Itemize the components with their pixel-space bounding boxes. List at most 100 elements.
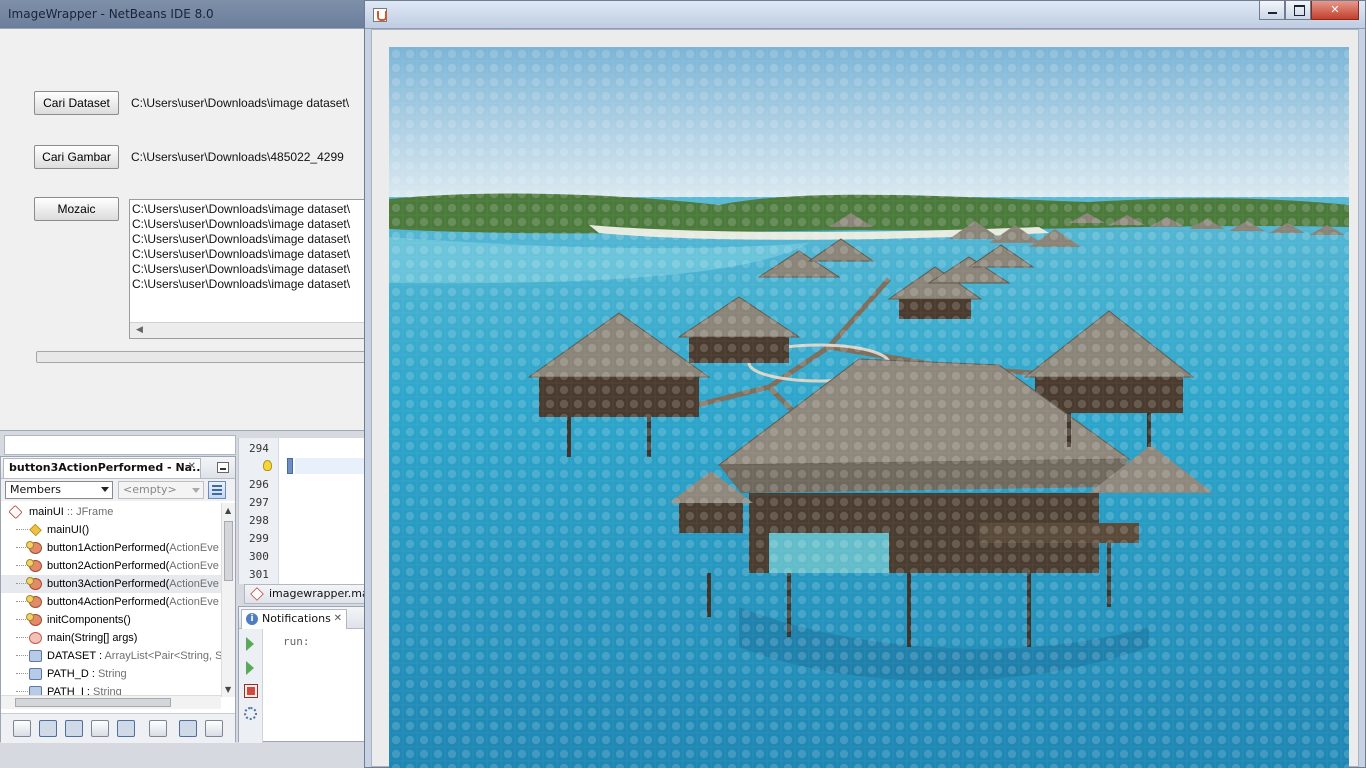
close-icon[interactable]: ✕ (188, 461, 196, 472)
method-icon (26, 595, 42, 608)
chevron-down-icon (101, 487, 109, 492)
line-number: 299 (249, 532, 269, 545)
mosaic-image (389, 47, 1349, 768)
tree-item-selected[interactable]: button3ActionPerformed(ActionEve (1, 575, 221, 593)
image-path-label: C:\Users\user\Downloads\485022_4299 (131, 150, 344, 164)
line-number: 298 (249, 514, 269, 527)
filter-options-icon[interactable] (208, 481, 226, 499)
rerun-with-args-icon[interactable] (246, 661, 254, 675)
scroll-down-icon[interactable]: ▼ (225, 685, 231, 694)
minimize-button[interactable] (1259, 1, 1285, 20)
navigator-panel: button3ActionPerformed - Na... ✕ Members… (0, 456, 236, 743)
close-button[interactable]: ✕ (1311, 1, 1359, 20)
show-private-icon[interactable] (91, 720, 109, 737)
scroll-thumb[interactable] (224, 521, 233, 581)
rerun-icon[interactable] (246, 637, 254, 651)
field-icon (29, 686, 42, 695)
field-icon (29, 668, 42, 680)
output-line: C:\Users\user\Downloads\image dataset\ (132, 202, 351, 216)
scroll-thumb[interactable] (15, 698, 171, 707)
notifications-tab-label: Notifications (262, 612, 331, 625)
info-icon: i (246, 613, 258, 625)
current-line-highlight (295, 458, 367, 474)
output-line: C:\Users\user\Downloads\image dataset\ (132, 262, 351, 276)
navigator-vertical-scrollbar[interactable]: ▲ ▼ (221, 503, 235, 697)
navigator-filter-row: Members <empty> (1, 479, 235, 501)
constructor-icon (29, 523, 42, 537)
output-line: C:\Users\user\Downloads\image dataset\ (132, 232, 351, 246)
code-editor[interactable]: 294 296 297 298 299 300 301 (238, 438, 367, 584)
output-line: C:\Users\user\Downloads\image dataset\ (132, 247, 351, 261)
scroll-up-icon[interactable]: ▲ (225, 506, 231, 515)
tree-item[interactable]: DATASET : ArrayList<Pair<String, S (1, 647, 221, 665)
method-icon (26, 541, 42, 554)
tree-item[interactable]: mainUI() (1, 521, 221, 539)
dataset-path-label: C:\Users\user\Downloads\image dataset\ (131, 96, 350, 110)
close-icon[interactable]: ✕ (334, 613, 342, 624)
minimize-icon[interactable] (217, 462, 229, 473)
sort-by-name-icon[interactable] (179, 720, 197, 737)
search-dataset-button[interactable]: Cari Dataset (34, 91, 119, 115)
scroll-left-icon[interactable]: ◀ (136, 325, 143, 335)
stop-icon[interactable] (244, 684, 258, 698)
mosaic-content-pane (371, 29, 1359, 768)
class-icon (8, 504, 23, 520)
output-line: C:\Users\user\Downloads\image dataset\ (132, 217, 351, 231)
tree-item[interactable]: PATH_D : String (1, 665, 221, 683)
ide-search-field[interactable] (4, 435, 236, 455)
show-fields-icon[interactable] (39, 720, 57, 737)
tree-item[interactable]: button4ActionPerformed(ActionEve (1, 593, 221, 611)
output-horizontal-scrollbar[interactable]: ◀ (130, 322, 368, 338)
progress-bar (36, 351, 368, 363)
line-number: 300 (249, 550, 269, 563)
line-number-gutter: 294 296 297 298 299 300 301 (239, 438, 279, 584)
tree-item[interactable]: button2ActionPerformed(ActionEve (1, 557, 221, 575)
mosaic-button[interactable]: Mozaic (34, 197, 119, 221)
chevron-down-icon (192, 488, 200, 493)
tree-item-class[interactable]: mainUI :: JFrame (1, 503, 221, 521)
secondary-filter-dropdown[interactable]: <empty> (118, 481, 204, 499)
fold-marker-icon[interactable] (287, 458, 293, 474)
app-titlebar: ImageWrapper - NetBeans IDE 8.0 (0, 0, 366, 28)
java-icon (373, 8, 387, 22)
line-number: 294 (249, 442, 269, 455)
navigator-horizontal-scrollbar[interactable] (1, 695, 221, 709)
search-image-button[interactable]: Cari Gambar (34, 145, 119, 169)
inheritance-icon[interactable] (13, 720, 31, 737)
navigator-tab-label: button3ActionPerformed - Na... (9, 461, 201, 474)
output-text-area[interactable]: C:\Users\user\Downloads\image dataset\ C… (129, 199, 369, 339)
line-number: 301 (249, 568, 269, 581)
mosaic-window: ✕ (364, 0, 1366, 768)
tree-item[interactable]: PATH_I : String (1, 683, 221, 695)
mosaic-titlebar: ✕ (365, 1, 1365, 29)
show-inner-classes-icon[interactable] (117, 720, 135, 737)
settings-icon[interactable] (244, 707, 257, 720)
java-class-icon (250, 587, 264, 601)
maximize-button[interactable] (1285, 1, 1311, 20)
notifications-header: i Notifications ✕ (239, 607, 365, 629)
secondary-filter-value: <empty> (123, 483, 177, 496)
sort-by-source-icon[interactable] (205, 720, 223, 737)
method-icon (26, 613, 42, 626)
editor-file-tab-label: imagewrapper.main (269, 587, 365, 600)
app-content-panel: Cari Dataset C:\Users\user\Downloads\ima… (0, 28, 369, 430)
notifications-tab[interactable]: i Notifications ✕ (241, 609, 347, 629)
method-icon (26, 577, 42, 590)
members-dropdown[interactable]: Members (5, 481, 113, 499)
field-icon (29, 650, 42, 662)
tree-item[interactable]: button1ActionPerformed(ActionEve (1, 539, 221, 557)
member-tree[interactable]: mainUI :: JFrame mainUI() button1ActionP… (1, 503, 221, 695)
tree-item[interactable]: initComponents() (1, 611, 221, 629)
output-line: C:\Users\user\Downloads\image dataset\ (132, 277, 351, 291)
members-dropdown-value: Members (10, 483, 61, 496)
hint-bulb-icon[interactable] (263, 460, 272, 471)
show-static-icon[interactable] (65, 720, 83, 737)
output-action-bar (239, 629, 263, 743)
line-number: 297 (249, 496, 269, 509)
mosaic-photo (389, 47, 1349, 768)
navigator-tab[interactable]: button3ActionPerformed - Na... ✕ (3, 458, 201, 478)
tree-item[interactable]: main(String[] args) (1, 629, 221, 647)
editor-file-tab[interactable]: imagewrapper.main (244, 584, 366, 604)
static-method-icon (29, 632, 42, 644)
show-fqn-icon[interactable] (149, 720, 167, 737)
